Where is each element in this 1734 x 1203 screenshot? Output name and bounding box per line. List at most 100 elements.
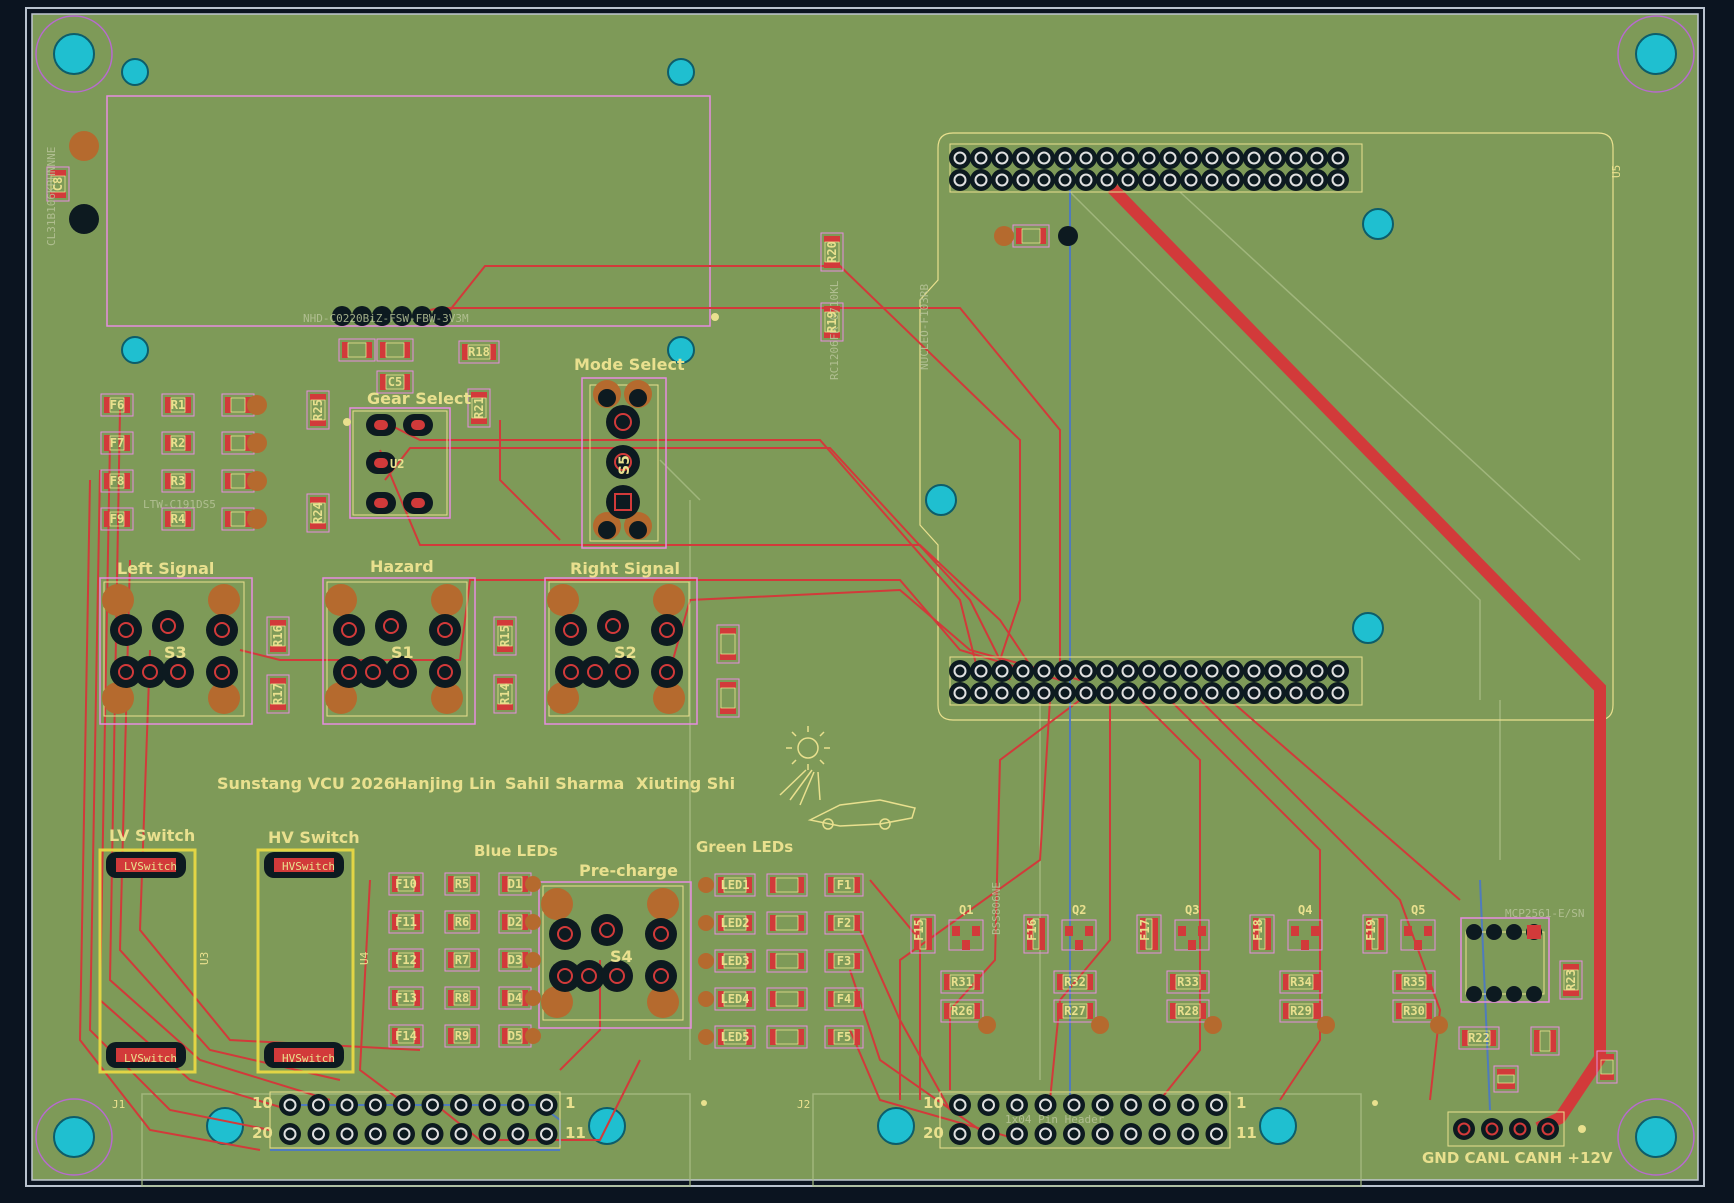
- header-pin: [421, 1094, 444, 1116]
- component-ref: F12: [395, 953, 417, 967]
- ghost-mosfet: BSS806NE: [990, 882, 1003, 935]
- can-connector-pinout: GND CANL CANH +12V: [1422, 1149, 1613, 1167]
- credit-author-3: Xiuting Shi: [636, 774, 735, 793]
- header-pin: [1327, 682, 1349, 704]
- component-ref: R3: [171, 474, 185, 488]
- header-pin: [1243, 147, 1265, 169]
- j2-pin-20: 20: [923, 1124, 944, 1142]
- header-pin: [393, 1094, 415, 1116]
- ghost-display-part: NHD-C0220BiZ-FSW-FBW-3V3M: [303, 312, 469, 325]
- header-pin: [1222, 660, 1244, 682]
- component-ref: R34: [1290, 975, 1312, 989]
- component-ref: R27: [1064, 1004, 1086, 1018]
- j1-pin-11: 11: [565, 1124, 586, 1142]
- component-ref: R20: [825, 241, 839, 263]
- header-pin: [1148, 1123, 1171, 1145]
- ref-u5: U5: [1610, 165, 1623, 178]
- component-ref: F14: [395, 1029, 417, 1043]
- ref-j1: J1: [112, 1098, 125, 1111]
- ref-u2: U2: [390, 457, 404, 471]
- header-pin: [1285, 147, 1307, 169]
- component-ref: F19: [1364, 919, 1378, 941]
- header-pin: [991, 169, 1013, 191]
- hv-switch-pad-top: HVSwitch: [282, 860, 335, 873]
- header-pin: [1306, 682, 1328, 704]
- header-pin: [1148, 1094, 1171, 1116]
- header-pin: [1054, 682, 1076, 704]
- header-pin: [1264, 660, 1286, 682]
- component-ref: R18: [468, 345, 490, 359]
- header-pin: [535, 1094, 558, 1116]
- header-pin: [1201, 147, 1223, 169]
- label-left-signal: Left Signal: [117, 559, 214, 578]
- component-ref: Q4: [1298, 903, 1312, 917]
- j2-pin-11: 11: [1236, 1124, 1257, 1142]
- header-pin: [1117, 682, 1139, 704]
- header-pin: [1177, 1094, 1199, 1116]
- header-pin: [949, 169, 971, 191]
- header-pin: [1033, 147, 1055, 169]
- header-pin: [1306, 660, 1328, 682]
- ref-s2: S2: [614, 643, 637, 662]
- ref-u3: U3: [198, 952, 211, 965]
- header-pin: [279, 1123, 301, 1145]
- component-ref: F15: [912, 919, 926, 941]
- header-pin: [393, 1123, 415, 1145]
- header-pin: [1205, 1123, 1228, 1145]
- header-pin: [1243, 682, 1265, 704]
- label-pre-charge: Pre-charge: [579, 861, 678, 880]
- j2-pin-1: 1: [1236, 1094, 1246, 1112]
- credit-project: Sunstang VCU 2026: [217, 774, 395, 793]
- header-pin: [478, 1094, 501, 1116]
- component-ref: F8: [110, 474, 124, 488]
- component-ref: R4: [171, 512, 185, 526]
- header-pin: [1285, 169, 1307, 191]
- header-pin: [279, 1094, 301, 1116]
- lv-switch-pad-bottom: LVSwitch: [124, 1052, 177, 1065]
- label-green-leds: Green LEDs: [696, 838, 793, 856]
- component-ref: LED3: [721, 954, 750, 968]
- header-pin: [507, 1123, 529, 1145]
- component-ref: D1: [508, 877, 522, 891]
- component-ref: R21: [472, 397, 486, 419]
- header-pin: [1180, 147, 1202, 169]
- component-ref: R2: [171, 436, 185, 450]
- component-ref: R35: [1403, 975, 1425, 989]
- header-pin: [977, 1123, 1000, 1145]
- component-ref: Q2: [1072, 903, 1086, 917]
- component-ref: R9: [455, 1029, 469, 1043]
- component-ref: R1: [171, 398, 185, 412]
- component-ref: F16: [1025, 919, 1039, 941]
- header-pin: [1159, 147, 1181, 169]
- header-pin: [336, 1123, 358, 1145]
- header-pin: [1180, 682, 1202, 704]
- header-pin: [949, 660, 971, 682]
- component-ref: F17: [1138, 919, 1152, 941]
- header-pin: [1177, 1123, 1199, 1145]
- header-pin: [1033, 169, 1055, 191]
- header-pin: [1012, 169, 1034, 191]
- header-pin: [1138, 147, 1160, 169]
- header-pin: [1159, 682, 1181, 704]
- header-pin: [1243, 169, 1265, 191]
- component-ref: R23: [1564, 969, 1578, 991]
- header-pin: [1012, 147, 1034, 169]
- header-pin: [507, 1094, 529, 1116]
- component-ref: R28: [1177, 1004, 1199, 1018]
- header-pin: [1117, 660, 1139, 682]
- component-ref: R30: [1403, 1004, 1425, 1018]
- header-pin: [1285, 682, 1307, 704]
- component-ref: R7: [455, 953, 469, 967]
- header-pin: [1285, 660, 1307, 682]
- header-pin: [1033, 682, 1055, 704]
- header-pin: [364, 1123, 387, 1145]
- header-pin: [1033, 660, 1055, 682]
- header-pin: [1034, 1123, 1057, 1145]
- header-pin: [949, 147, 971, 169]
- header-pin: [1222, 682, 1244, 704]
- header-pin: [1180, 169, 1202, 191]
- component-ref: R19: [825, 311, 839, 333]
- component-ref: F9: [110, 512, 124, 526]
- header-pin: [307, 1094, 330, 1116]
- component-ref: R8: [455, 991, 469, 1005]
